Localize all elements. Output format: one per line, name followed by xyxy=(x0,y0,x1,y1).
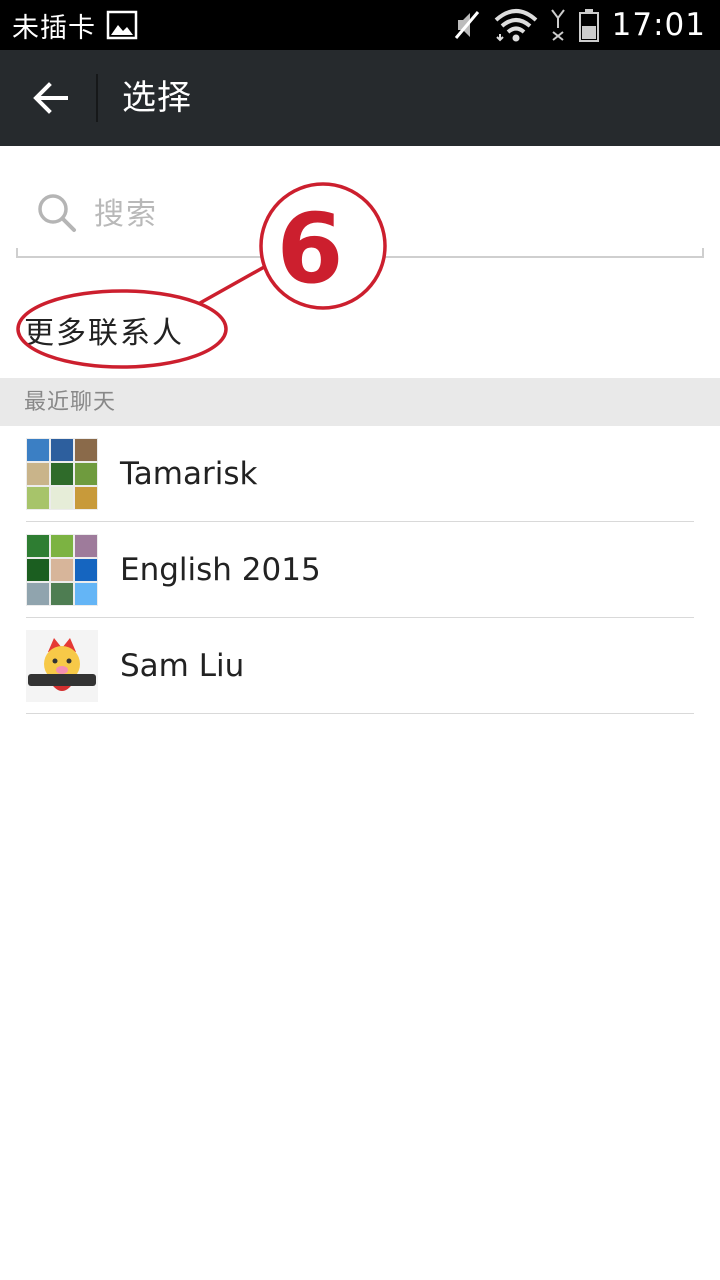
search-bar[interactable] xyxy=(16,170,704,258)
image-icon xyxy=(106,9,138,41)
more-contacts-label: 更多联系人 xyxy=(24,316,184,351)
mute-icon xyxy=(452,8,482,42)
clock: 17:01 xyxy=(611,7,706,43)
carrier-label: 未插卡 xyxy=(12,12,96,44)
status-bar: 未插卡 17:01 xyxy=(0,0,720,50)
list-item[interactable]: English 2015 xyxy=(0,522,720,618)
back-button[interactable] xyxy=(20,68,80,128)
page-title: 选择 xyxy=(122,78,192,118)
cartoon-avatar-icon xyxy=(26,630,98,702)
wifi-icon xyxy=(494,8,538,42)
recent-chats-header: 最近聊天 xyxy=(0,378,720,426)
chat-name: Tamarisk xyxy=(120,456,258,492)
status-bar-left: 未插卡 xyxy=(12,0,138,50)
search-icon xyxy=(36,192,78,238)
group-avatar-icon xyxy=(26,534,98,606)
no-signal-icon xyxy=(550,8,566,42)
more-contacts-item[interactable]: 更多联系人 xyxy=(0,284,720,376)
status-bar-right: 17:01 xyxy=(452,0,706,50)
list-item[interactable]: Tamarisk xyxy=(0,426,720,522)
chat-list: Tamarisk English 2015 Sam Liu xyxy=(0,426,720,714)
battery-icon xyxy=(578,8,600,42)
back-arrow-icon xyxy=(33,82,68,114)
app-bar-divider xyxy=(96,74,98,122)
recent-chats-header-label: 最近聊天 xyxy=(24,390,117,415)
search-input[interactable] xyxy=(94,184,684,244)
chat-name: Sam Liu xyxy=(120,648,245,684)
app-bar: 选择 xyxy=(0,50,720,146)
group-avatar-icon xyxy=(26,438,98,510)
chat-name: English 2015 xyxy=(120,552,321,588)
list-item[interactable]: Sam Liu xyxy=(0,618,720,714)
